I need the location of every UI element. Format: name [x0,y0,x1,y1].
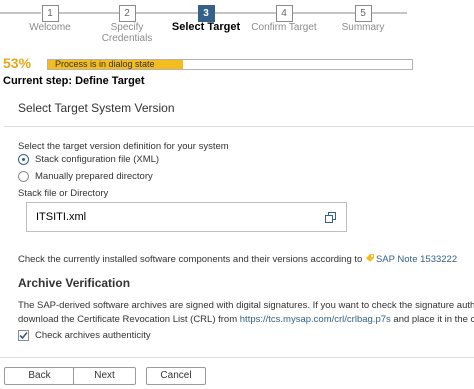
wizard-roadmap: 1 Welcome 2 Specify Credentials 3 Select… [0,0,474,48]
step-number: 5 [354,5,372,22]
step-label: Select Target [171,21,241,33]
archive-description-line1: The SAP-derived software archives are si… [18,300,474,311]
check-archives-label[interactable]: Check archives authenticity [35,330,151,341]
checkmark-icon [19,331,28,340]
step-label: Summary [341,22,385,33]
note-icon [365,254,374,262]
archive-line2-prefix: download the Certificate Revocation List… [18,314,238,325]
step-label: Confirm Target [251,22,317,33]
step-number: 3 [197,5,215,22]
step-number: 2 [118,5,136,22]
stack-file-input[interactable]: ITSITI.xml [26,202,347,232]
progress-bar: Process is in dialog state [47,59,413,70]
check-archives-checkbox[interactable] [18,330,29,341]
archive-verification-heading: Archive Verification [18,276,131,290]
step-number: 4 [275,5,293,22]
panel-title: Select Target System Version [18,101,175,115]
stack-file-value: ITSITI.xml [36,211,87,223]
radio-manual-directory[interactable] [18,171,29,182]
current-step-title: Current step: Define Target [3,75,145,87]
archive-description-line2: download the Certificate Revocation List… [18,314,474,325]
copy-icon[interactable] [325,212,336,223]
roadmap-step-specify-credentials[interactable]: 2 Specify Credentials [82,5,172,44]
radio-stack-config-label[interactable]: Stack configuration file (XML) [35,154,159,165]
crl-link[interactable]: https://tcs.mysap.com/crl/crlbag.p7s [240,314,391,325]
archive-line2-suffix: and place it in the c [393,314,474,325]
sap-note-link-text[interactable]: SAP Note 1533222 [376,254,457,265]
next-button[interactable]: Next [73,367,136,385]
step-number: 1 [41,5,59,22]
roadmap-step-confirm-target[interactable]: 4 Confirm Target [239,5,329,33]
file-field-label: Stack file or Directory [18,188,109,199]
progress-percent: 53% [3,55,32,71]
back-button[interactable]: Back [4,367,75,385]
sap-note-link[interactable]: SAP Note 1533222 [365,254,457,265]
roadmap-step-summary[interactable]: 5 Summary [318,5,408,33]
radio-manual-directory-label[interactable]: Manually prepared directory [35,171,153,182]
progress-status-text: Process is in dialog state [55,59,155,69]
check-components-sentence: Check the currently installed software c… [18,254,363,265]
radio-stack-config[interactable] [18,154,29,165]
step-label: Specify Credentials [101,22,153,44]
cancel-button[interactable]: Cancel [146,367,206,385]
progress-row: 53% Process is in dialog state [0,55,474,72]
version-prompt: Select the target version definition for… [18,141,229,152]
panel-header: Select Target System Version [4,89,474,127]
roadmap-step-select-target[interactable]: 3 Select Target [161,5,251,33]
footer-divider [0,357,474,358]
check-components-text: Check the currently installed software c… [18,253,457,265]
